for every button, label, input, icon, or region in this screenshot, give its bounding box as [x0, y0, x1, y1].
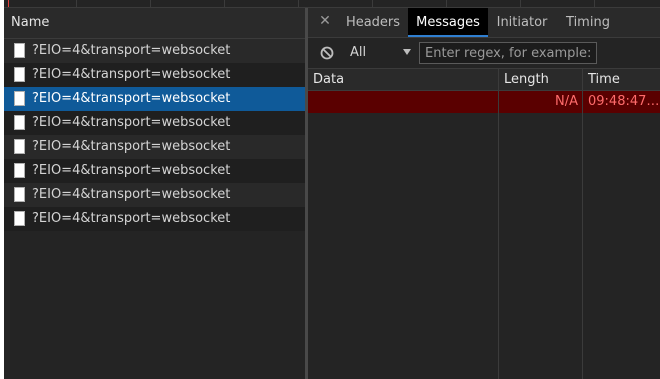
- close-icon[interactable]: ✕: [318, 12, 332, 30]
- timeline-tick: [446, 0, 447, 7]
- request-row[interactable]: ?EIO=4&transport=websocket: [4, 39, 305, 63]
- request-details: ✕ Headers Messages Initiator Timing All …: [308, 8, 660, 379]
- document-icon: [14, 91, 25, 106]
- document-icon: [14, 43, 25, 58]
- timeline-tick: [372, 0, 373, 7]
- request-name: ?EIO=4&transport=websocket: [32, 211, 231, 226]
- message-length: N/A: [498, 91, 582, 113]
- requests-list: Name ?EIO=4&transport=websocket ?EIO=4&t…: [4, 8, 305, 379]
- chevron-down-icon[interactable]: [401, 46, 413, 58]
- column-header-time[interactable]: Time: [582, 69, 660, 90]
- request-row[interactable]: ?EIO=4&transport=websocket: [4, 183, 305, 207]
- document-icon: [14, 163, 25, 178]
- column-divider: [582, 89, 583, 379]
- tab-messages[interactable]: Messages: [408, 8, 488, 37]
- document-icon: [14, 211, 25, 226]
- message-row-error[interactable]: N/A 09:48:47....: [308, 91, 660, 113]
- timeline-tick: [594, 0, 595, 7]
- column-header-length[interactable]: Length: [498, 69, 582, 90]
- timeline-tick: [150, 0, 151, 7]
- document-icon: [14, 115, 25, 130]
- request-row[interactable]: ?EIO=4&transport=websocket: [4, 207, 305, 231]
- request-name: ?EIO=4&transport=websocket: [32, 91, 231, 106]
- column-divider: [498, 89, 499, 379]
- messages-filterbar: All: [308, 38, 660, 69]
- request-row[interactable]: ?EIO=4&transport=websocket: [4, 111, 305, 135]
- timeline-tick: [520, 0, 521, 7]
- document-icon: [14, 187, 25, 202]
- details-tabbar: ✕ Headers Messages Initiator Timing: [308, 8, 660, 38]
- request-name: ?EIO=4&transport=websocket: [32, 115, 231, 130]
- request-name: ?EIO=4&transport=websocket: [32, 139, 231, 154]
- request-name: ?EIO=4&transport=websocket: [32, 163, 231, 178]
- request-row-selected[interactable]: ?EIO=4&transport=websocket: [4, 87, 305, 111]
- request-name: ?EIO=4&transport=websocket: [32, 67, 231, 82]
- request-row[interactable]: ?EIO=4&transport=websocket: [4, 159, 305, 183]
- message-data: [308, 91, 498, 113]
- document-icon: [14, 139, 25, 154]
- request-row[interactable]: ?EIO=4&transport=websocket: [4, 63, 305, 87]
- name-column-header[interactable]: Name: [4, 8, 305, 39]
- block-icon[interactable]: [320, 46, 334, 60]
- messages-table-header: Data Length Time: [308, 69, 660, 91]
- message-type-select[interactable]: All: [350, 43, 366, 63]
- timeline-tick: [298, 0, 299, 7]
- request-row[interactable]: ?EIO=4&transport=websocket: [4, 135, 305, 159]
- timeline-overview[interactable]: [4, 0, 660, 8]
- timeline-tick: [76, 0, 77, 7]
- column-gridlines: [308, 89, 660, 379]
- request-name: ?EIO=4&transport=websocket: [32, 43, 231, 58]
- timeline-tick: [224, 0, 225, 7]
- timeline-marker: [8, 0, 9, 7]
- request-name: ?EIO=4&transport=websocket: [32, 187, 231, 202]
- regex-filter-input[interactable]: [419, 42, 597, 64]
- tab-timing[interactable]: Timing: [560, 8, 616, 37]
- devtools-network-panel: Name ?EIO=4&transport=websocket ?EIO=4&t…: [4, 0, 660, 379]
- message-time: 09:48:47....: [582, 91, 660, 113]
- document-icon: [14, 67, 25, 82]
- tab-headers[interactable]: Headers: [340, 8, 406, 37]
- column-header-data[interactable]: Data: [308, 69, 498, 90]
- tab-initiator[interactable]: Initiator: [490, 8, 554, 37]
